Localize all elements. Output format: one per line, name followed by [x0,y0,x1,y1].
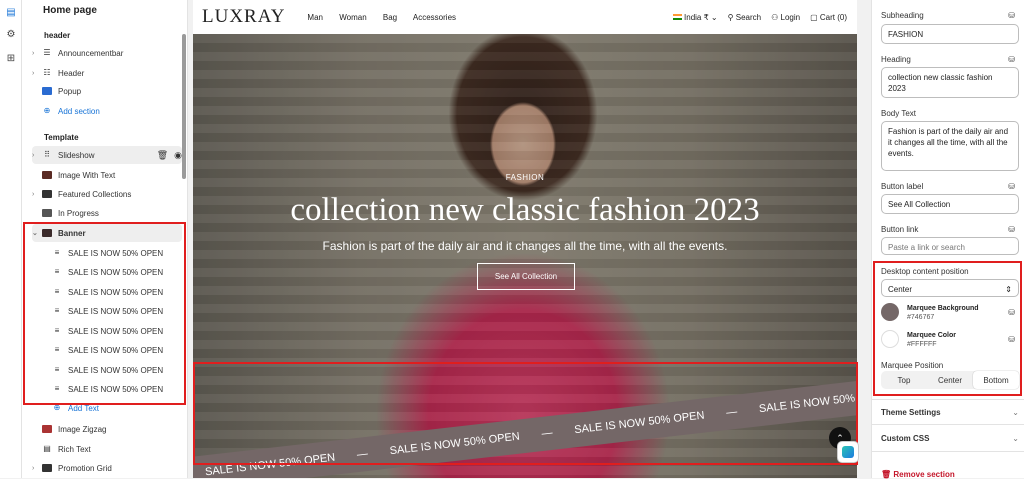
section-item-slideshow[interactable]: › ⠿ Slideshow 🗑 ◉ [32,146,182,164]
add-section-button[interactable]: ⊕ Add section [32,102,182,120]
list-icon: ☰ [43,48,51,57]
eye-icon[interactable]: ◉ [174,150,182,161]
hero-heading: collection new classic fashion 2023 [290,192,760,228]
icon-rail: ▤ ⚙ ⊞ [0,0,22,478]
chevron-right-icon[interactable]: › [32,465,42,472]
page-title: Home page [43,5,97,16]
heading-label: Heading [881,55,911,64]
body-text-label: Body Text [881,109,916,118]
chevron-right-icon[interactable]: › [32,70,42,77]
drag-handle-icon[interactable]: ⠿ [42,151,52,159]
chevron-right-icon[interactable]: › [32,191,42,198]
section-item-in-progress[interactable]: In Progress [32,204,182,222]
database-icon[interactable]: ⛁ [1008,55,1015,64]
text-icon: ▤ [43,444,51,453]
chevron-right-icon[interactable]: › [32,50,42,57]
image-icon [42,171,52,179]
app-widget-icon[interactable] [837,441,859,463]
store-logo[interactable]: LUXRAY [202,6,285,28]
body-text-field[interactable]: Fashion is part of the daily air and it … [881,121,1019,171]
india-flag-icon [673,14,683,21]
see-all-collection-button[interactable]: See All Collection [477,263,575,290]
tree-scrollbar[interactable] [182,34,186,179]
image-icon [42,425,52,433]
section-item-promotion-grid[interactable]: › Promotion Grid [32,459,182,477]
cart-link[interactable]: ▢ Cart (0) [810,13,847,22]
highlight-box [23,222,186,405]
trash-icon[interactable]: 🗑 [157,150,168,161]
hero-body-text: Fashion is part of the daily air and it … [322,239,728,253]
progress-icon [42,209,52,217]
template-group-label: Template [44,133,79,142]
plus-circle-icon: ⊕ [43,106,51,115]
store-header: LUXRAY Man Woman Bag Accessories India ₹… [193,0,857,34]
highlight-box [193,362,858,465]
header-icon: ☷ [43,68,51,77]
subheading-field[interactable]: FASHION [881,24,1019,44]
user-icon: ⚇ [771,12,779,22]
locale-selector[interactable]: India ₹ ⌄ [673,13,718,22]
section-item-image-with-text[interactable]: Image With Text [32,166,182,184]
button-label-field[interactable]: See All Collection [881,194,1019,214]
login-link[interactable]: ⚇ Login [771,13,800,22]
nav-link-man[interactable]: Man [307,13,323,22]
cart-icon: ▢ [810,12,818,22]
database-icon[interactable]: ⛁ [1008,225,1015,234]
heading-field[interactable]: collection new classic fashion 2023 [881,67,1019,98]
layout-icon[interactable]: ▤ [5,7,17,19]
section-item-featured-collections[interactable]: › Featured Collections [32,185,182,203]
database-icon[interactable]: ⛁ [1008,11,1015,20]
nav-link-woman[interactable]: Woman [339,13,366,22]
section-item-header[interactable]: › ☷ Header [32,64,182,82]
button-link-label: Button link [881,225,919,234]
grid-icon [42,464,52,472]
header-group-label: header [44,31,71,40]
button-link-input[interactable]: Paste a link or search [881,237,1019,255]
plus-circle-icon: ⊕ [53,403,61,412]
apps-icon[interactable]: ⊞ [5,53,17,65]
chevron-down-icon: ⌄ [1012,434,1019,443]
collection-icon [42,190,52,198]
theme-settings-toggle[interactable]: Theme Settings ⌄ [881,408,1019,417]
chevron-right-icon[interactable]: › [32,152,42,159]
chevron-down-icon: ⌄ [1012,408,1019,417]
section-item-popup[interactable]: Popup [32,82,182,100]
hero-subheading: FASHION [505,173,545,182]
search-icon: ⚲ [727,12,734,22]
subheading-label: Subheading [881,11,924,20]
highlight-box [873,261,1022,396]
section-item-announcementbar[interactable]: › ☰ Announcementbar [32,44,182,62]
popup-icon [42,87,52,95]
button-label-label: Button label [881,182,924,191]
nav-link-bag[interactable]: Bag [383,13,397,22]
nav-link-accessories[interactable]: Accessories [413,13,456,22]
settings-panel: Subheading ⛁ FASHION Heading ⛁ collectio… [871,0,1024,479]
custom-css-toggle[interactable]: Custom CSS ⌄ [881,434,1019,443]
database-icon[interactable]: ⛁ [1008,182,1015,191]
section-item-rich-text[interactable]: ▤ Rich Text [32,440,182,458]
gear-icon[interactable]: ⚙ [5,29,17,41]
search-link[interactable]: ⚲ Search [728,13,761,22]
section-item-image-zigzag[interactable]: Image Zigzag [32,420,182,438]
